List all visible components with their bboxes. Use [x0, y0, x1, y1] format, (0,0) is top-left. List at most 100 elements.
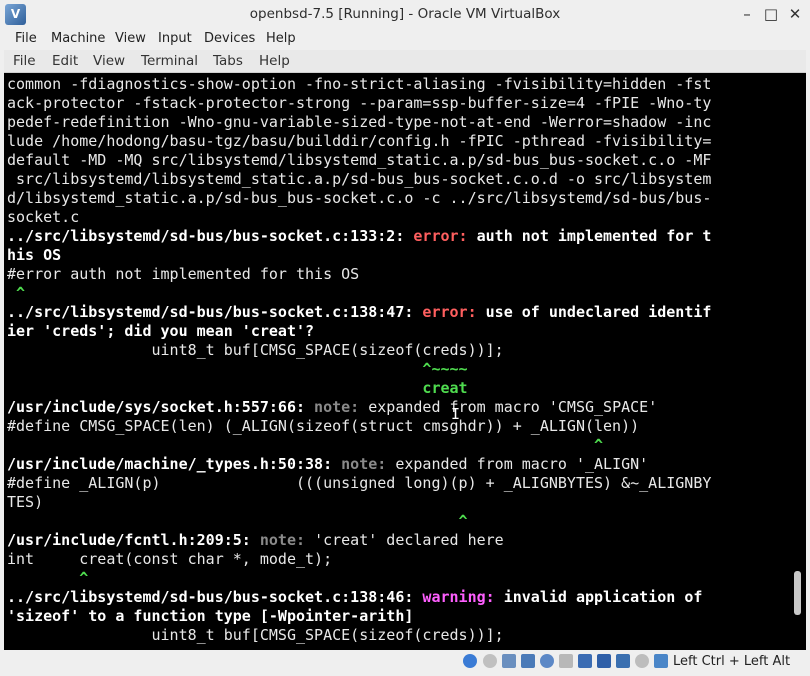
menu-file[interactable]: File [15, 31, 37, 46]
terminal-text-segment: error: [422, 303, 486, 321]
terminal-line: int creat(const char *, mode_t); [7, 550, 787, 569]
terminal-text-segment: TES) [7, 493, 44, 511]
terminal-menu-file[interactable]: File [13, 53, 36, 69]
terminal-menu-view[interactable]: View [93, 53, 125, 69]
terminal-line: default -MD -MQ src/libsystemd/libsystem… [7, 151, 787, 170]
terminal-text-segment: ^ [7, 512, 468, 530]
terminal-line: src/libsystemd/libsystemd_static.a.p/sd-… [7, 170, 787, 189]
scrollbar-thumb[interactable] [794, 571, 801, 615]
video-capture-icon[interactable] [597, 654, 611, 668]
harddisk-icon[interactable] [463, 654, 477, 668]
terminal-text-segment: socket.c [7, 208, 80, 226]
virtualbox-menubar: File Machine View Input Devices Help [0, 29, 810, 50]
terminal-line: ^ [7, 512, 787, 531]
terminal-text-segment: pedef-redefinition -Wno-gnu-variable-siz… [7, 113, 712, 131]
menu-help[interactable]: Help [266, 31, 296, 46]
terminal-text-segment: common -fdiagnostics-show-option -fno-st… [7, 75, 712, 93]
terminal-text-segment: note: [314, 398, 369, 416]
terminal-line: #error auth not implemented for this OS [7, 265, 787, 284]
terminal-line: lude /home/hodong/basu-tgz/basu/builddir… [7, 132, 787, 151]
terminal-text-segment: auth not implemented for t [476, 227, 712, 245]
terminal-text-segment: #error auth not implemented for this OS [7, 265, 360, 283]
close-button[interactable]: ✕ [786, 5, 804, 23]
terminal-line: pedef-redefinition -Wno-gnu-variable-siz… [7, 113, 787, 132]
terminal-menubar: File Edit View Terminal Tabs Help [4, 50, 806, 73]
window-titlebar[interactable]: V openbsd-7.5 [Running] - Oracle VM Virt… [0, 0, 810, 29]
terminal-line: uint8_t buf[CMSG_SPACE(sizeof(creds))]; [7, 341, 787, 360]
terminal-menu-help[interactable]: Help [259, 53, 290, 69]
terminal-text-segment: use of undeclared identif [485, 303, 712, 321]
terminal-text-segment: uint8_t buf[CMSG_SPACE(sizeof(creds))]; [7, 626, 504, 644]
terminal-line: socket.c [7, 208, 787, 227]
terminal-line: ../src/libsystemd/sd-bus/bus-socket.c:13… [7, 227, 787, 246]
host-key-label: Left Ctrl + Left Alt [673, 654, 791, 669]
terminal-line: ier 'creds'; did you mean 'creat'? [7, 322, 787, 341]
usb-icon[interactable] [540, 654, 554, 668]
terminal-line: /usr/include/machine/_types.h:50:38: not… [7, 455, 787, 474]
terminal-line: common -fdiagnostics-show-option -fno-st… [7, 75, 787, 94]
terminal-text-segment: ier 'creds'; did you mean 'creat'? [7, 322, 315, 340]
terminal-line: ../src/libsystemd/sd-bus/bus-socket.c:13… [7, 588, 787, 607]
maximize-button[interactable]: □ [762, 5, 780, 23]
vm-display[interactable]: File Edit View Terminal Tabs Help common… [4, 50, 806, 650]
terminal-text-segment: creat [7, 379, 468, 397]
network-icon[interactable] [521, 654, 535, 668]
terminal-text-segment: #define _ALIGN(p) (((unsigned long)(p) +… [7, 474, 712, 492]
terminal-line: d/libsystemd_static.a.p/sd-bus_bus-socke… [7, 189, 787, 208]
terminal-line: ^ [7, 569, 787, 588]
terminal-text-segment: ack-protector -fstack-protector-strong -… [7, 94, 712, 112]
terminal-text-segment: error: [413, 227, 477, 245]
terminal-text-segment: uint8_t buf[CMSG_SPACE(sizeof(creds))]; [7, 341, 504, 359]
terminal-line: ack-protector -fstack-protector-strong -… [7, 94, 787, 113]
terminal-line: #define _ALIGN(p) (((unsigned long)(p) +… [7, 474, 787, 493]
terminal-menu-terminal[interactable]: Terminal [141, 53, 198, 69]
terminal-text-segment: ^ [7, 284, 26, 302]
audio-icon[interactable] [502, 654, 516, 668]
terminal-text-segment: note: [341, 455, 396, 473]
optical-disk-icon[interactable] [483, 654, 497, 668]
cpu-icon[interactable] [635, 654, 649, 668]
terminal-line: TES) [7, 493, 787, 512]
terminal-text-segment: ../src/libsystemd/sd-bus/bus-socket.c:13… [7, 588, 423, 606]
terminal-menu-edit[interactable]: Edit [52, 53, 78, 69]
terminal-text-segment: ../src/libsystemd/sd-bus/bus-socket.c:13… [7, 303, 423, 321]
menu-input[interactable]: Input [158, 31, 192, 46]
terminal-line: ^~~~~ [7, 360, 787, 379]
terminal-scrollbar[interactable] [791, 74, 804, 649]
menu-view[interactable]: View [115, 31, 146, 46]
vm-statusbar: Left Ctrl + Left Alt [0, 650, 810, 676]
terminal-text-segment: src/libsystemd/libsystemd_static.a.p/sd-… [7, 170, 712, 188]
minimize-button[interactable]: – [738, 5, 756, 23]
terminal-menu-tabs[interactable]: Tabs [213, 53, 243, 69]
terminal-text-segment: lude /home/hodong/basu-tgz/basu/builddir… [7, 132, 712, 150]
terminal-text-segment: /usr/include/sys/socket.h:557:66: [7, 398, 315, 416]
menu-machine[interactable]: Machine [51, 31, 105, 46]
terminal-line: ^ [7, 436, 787, 455]
terminal-text-segment: /usr/include/fcntl.h:209:5: [7, 531, 260, 549]
terminal-line: uint8_t buf[CMSG_SPACE(sizeof(creds))]; [7, 626, 787, 645]
terminal-text-segment: 'creat' declared here [314, 531, 504, 549]
recording-icon[interactable] [616, 654, 630, 668]
terminal-text-segment: ^ [7, 436, 604, 454]
terminal-text-segment: d/libsystemd_static.a.p/sd-bus_bus-socke… [7, 189, 712, 207]
terminal-text-segment: invalid application of [503, 588, 703, 606]
mouse-ibeam-cursor: I [451, 405, 461, 423]
terminal-text-segment: /usr/include/machine/_types.h:50:38: [7, 455, 342, 473]
terminal-line: /usr/include/fcntl.h:209:5: note: 'creat… [7, 531, 787, 550]
terminal-text-segment: expanded from macro '_ALIGN' [395, 455, 649, 473]
menu-devices[interactable]: Devices [204, 31, 255, 46]
terminal-text-segment: int creat(const char *, mode_t); [7, 550, 333, 568]
terminal-text-segment: ../src/libsystemd/sd-bus/bus-socket.c:13… [7, 227, 414, 245]
terminal-output[interactable]: common -fdiagnostics-show-option -fno-st… [7, 75, 787, 650]
terminal-line: his OS [7, 246, 787, 265]
terminal-text-segment: #define CMSG_SPACE(len) (_ALIGN(sizeof(s… [7, 417, 640, 435]
terminal-text-segment: ^~~~~ [7, 360, 468, 378]
terminal-line: #define CMSG_SPACE(len) (_ALIGN(sizeof(s… [7, 417, 787, 436]
mouse-integration-icon[interactable] [654, 654, 668, 668]
terminal-line: ../src/libsystemd/sd-bus/bus-socket.c:13… [7, 303, 787, 322]
terminal-text-segment: expanded from macro 'CMSG_SPACE' [368, 398, 658, 416]
shared-folders-icon[interactable] [559, 654, 573, 668]
display-icon[interactable] [578, 654, 592, 668]
terminal-text-segment: default -MD -MQ src/libsystemd/libsystem… [7, 151, 712, 169]
terminal-line: 'sizeof' to a function type [-Wpointer-a… [7, 607, 787, 626]
